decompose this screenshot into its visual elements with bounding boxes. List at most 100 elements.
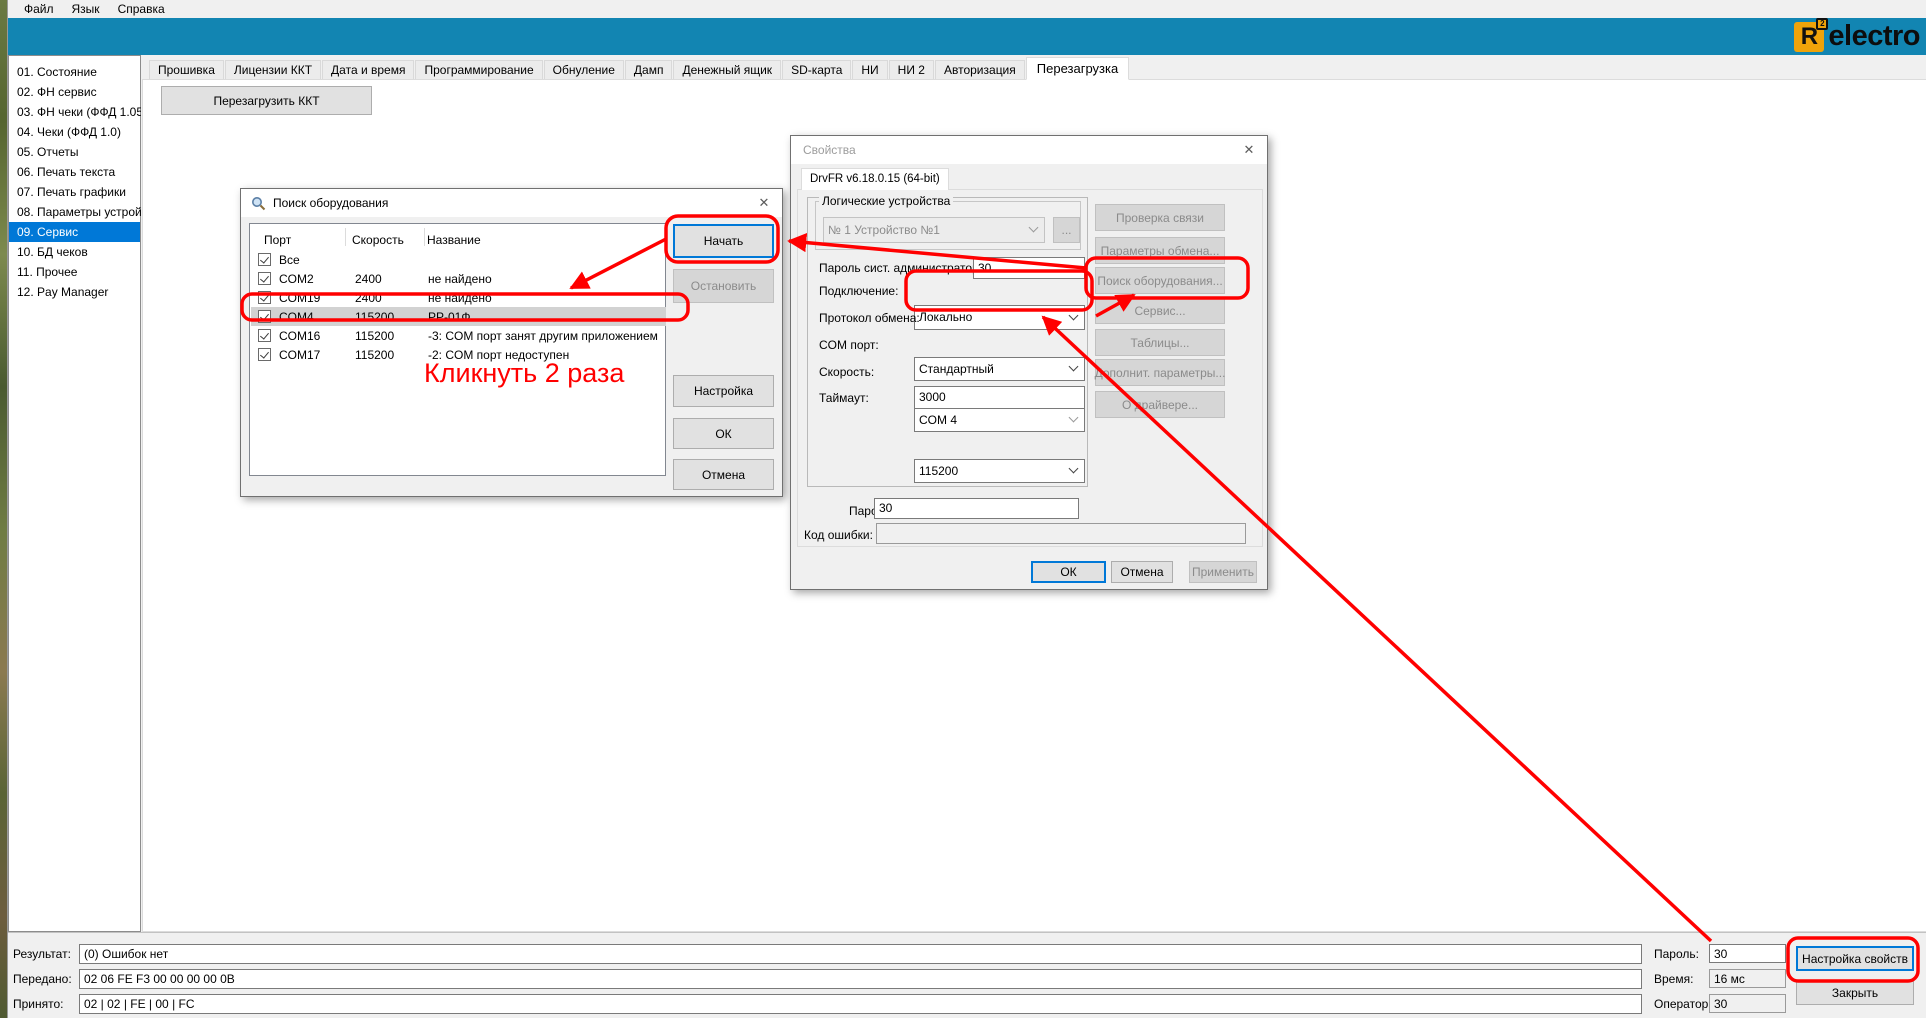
search-equipment-button: Поиск оборудования... [1095, 267, 1225, 294]
ok-button[interactable]: ОК [673, 418, 774, 449]
chevron-down-icon [1069, 413, 1079, 423]
menu-item-file[interactable]: Файл [15, 1, 63, 17]
service-button: Сервис... [1095, 297, 1225, 324]
name-cell: -3: COM порт занят другим приложением [428, 329, 658, 343]
sent-output[interactable]: 02 06 FE F3 00 00 00 00 0B [79, 969, 1642, 989]
tab-licenses[interactable]: Лицензии ККТ [225, 60, 321, 79]
tab-datetime[interactable]: Дата и время [322, 60, 414, 79]
list-item-com16[interactable]: COM16 115200 -3: COM порт занят другим п… [251, 326, 666, 345]
props-cancel-button[interactable]: Отмена [1111, 561, 1173, 583]
list-item-all[interactable]: Все [251, 250, 666, 269]
port-cell: COM16 [279, 329, 320, 343]
connection-label: Подключение: [819, 284, 898, 298]
close-icon[interactable]: ✕ [1239, 141, 1259, 159]
sidebar-item-print-graphics[interactable]: 07. Печать графики [9, 182, 140, 202]
properties-dialog-titlebar: Свойства ✕ [791, 136, 1267, 164]
sidebar-item-fn-service[interactable]: 02. ФН сервис [9, 82, 140, 102]
speed-cell: 115200 [355, 310, 394, 324]
list-item-com4-selected[interactable]: COM4 115200 РР-01Ф [251, 307, 666, 326]
list-item-com17[interactable]: COM17 115200 -2: COM порт недоступен [251, 345, 666, 364]
settings-button[interactable]: Настройка [673, 375, 774, 407]
logo-r-icon: R 2 [1794, 22, 1824, 52]
search-icon [251, 196, 266, 211]
connection-combo[interactable]: Локально [914, 305, 1085, 330]
sidebar-item-check-db[interactable]: 10. БД чеков [9, 242, 140, 262]
password-field[interactable]: 30 [1709, 944, 1786, 963]
exchange-params-button: Параметры обмена... [1095, 237, 1225, 264]
column-header-name[interactable]: Название [427, 233, 481, 247]
chevron-down-icon [1029, 223, 1039, 233]
brand-banner: R 2 electro [8, 18, 1926, 55]
protocol-combo[interactable]: Стандартный [914, 357, 1085, 381]
list-item-com19[interactable]: COM19 2400 не найдено [251, 288, 666, 307]
received-output[interactable]: 02 | 02 | FE | 00 | FC [79, 994, 1642, 1014]
properties-dialog: Свойства ✕ DrvFR v6.18.0.15 (64-bit) Лог… [790, 135, 1268, 590]
sidebar-item-status[interactable]: 01. Состояние [9, 62, 140, 82]
sidebar-item-reports[interactable]: 05. Отчеты [9, 142, 140, 162]
ports-list[interactable]: Порт Скорость Название Все COM2 2400 не … [249, 223, 666, 476]
list-item-com2[interactable]: COM2 2400 не найдено [251, 269, 666, 288]
tab-reset[interactable]: Обнуление [544, 60, 624, 79]
props-ok-button[interactable]: ОК [1031, 561, 1106, 583]
received-label: Принято: [13, 997, 64, 1011]
tab-sd-card[interactable]: SD-карта [782, 60, 851, 79]
tab-dump[interactable]: Дамп [625, 60, 673, 79]
close-app-button[interactable]: Закрыть [1796, 981, 1914, 1005]
tab-reboot[interactable]: Перезагрузка [1026, 57, 1129, 80]
sidebar-item-device-params[interactable]: 08. Параметры устройства [9, 202, 140, 222]
sidebar-item-other[interactable]: 11. Прочее [9, 262, 140, 282]
column-header-speed[interactable]: Скорость [352, 233, 404, 247]
sidebar-item-print-text[interactable]: 06. Печать текста [9, 162, 140, 182]
device-combo: № 1 Устройство №1 [823, 217, 1045, 243]
tab-ni[interactable]: НИ [852, 60, 887, 79]
sidebar-item-pay-manager[interactable]: 12. Pay Manager [9, 282, 140, 302]
checkbox-checked-icon[interactable] [258, 329, 271, 342]
tab-programming[interactable]: Программирование [415, 60, 542, 79]
port-cell: COM19 [279, 291, 320, 305]
tab-firmware[interactable]: Прошивка [149, 60, 224, 79]
password-label: Пароль: [1654, 947, 1699, 961]
close-icon[interactable]: ✕ [754, 194, 774, 212]
protocol-combo-value: Стандартный [919, 362, 994, 376]
chevron-down-icon [1069, 362, 1079, 372]
tab-cash-drawer[interactable]: Денежный ящик [673, 60, 781, 79]
speed-label: Скорость: [819, 365, 874, 379]
column-header-port[interactable]: Порт [264, 233, 291, 247]
check-connection-button: Проверка связи [1095, 204, 1225, 231]
properties-setup-button[interactable]: Настройка свойств [1796, 946, 1914, 971]
start-search-button[interactable]: Начать [673, 224, 774, 258]
tables-button: Таблицы... [1095, 329, 1225, 356]
menu-item-help[interactable]: Справка [109, 1, 174, 17]
sidebar-item-service[interactable]: 09. Сервис [9, 222, 140, 242]
admin-password-input[interactable]: 30 [973, 257, 1085, 279]
speed-combo[interactable]: 115200 [914, 459, 1085, 483]
name-cell: РР-01Ф [428, 310, 470, 324]
operator-label: Оператор: [1654, 997, 1712, 1011]
tab-ni2[interactable]: НИ 2 [889, 60, 934, 79]
checkbox-checked-icon[interactable] [258, 348, 271, 361]
search-equipment-dialog: Поиск оборудования ✕ Порт Скорость Назва… [240, 188, 783, 497]
driver-version-tab[interactable]: DrvFR v6.18.0.15 (64-bit) [801, 168, 949, 190]
checkbox-checked-icon[interactable] [258, 272, 271, 285]
search-dialog-title: Поиск оборудования [273, 196, 388, 210]
tab-authorization[interactable]: Авторизация [935, 60, 1025, 79]
connection-combo-value: Локально [919, 310, 972, 324]
sidebar-item-fn-checks[interactable]: 03. ФН чеки (ФФД 1.05-1.2) [9, 102, 140, 122]
checkbox-checked-icon[interactable] [258, 310, 271, 323]
sidebar-item-checks[interactable]: 04. Чеки (ФФД 1.0) [9, 122, 140, 142]
menu-bar: Файл Язык Справка [8, 0, 1926, 18]
comport-combo[interactable]: COM 4 [914, 408, 1085, 432]
timeout-input[interactable]: 3000 [914, 386, 1085, 409]
reboot-kkt-button[interactable]: Перезагрузить ККТ [161, 86, 372, 115]
port-cell: COM4 [279, 310, 314, 324]
stop-search-button: Остановить [673, 269, 774, 303]
menu-item-language[interactable]: Язык [63, 1, 109, 17]
result-output[interactable]: (0) Ошибок нет [79, 944, 1642, 964]
checkbox-checked-icon[interactable] [258, 291, 271, 304]
status-panel: Результат: (0) Ошибок нет Передано: 02 0… [8, 932, 1926, 1018]
cancel-button[interactable]: Отмена [673, 459, 774, 490]
dialog-password-input[interactable]: 30 [874, 498, 1079, 519]
device-more-button: ... [1053, 217, 1080, 243]
checkbox-checked-icon[interactable] [258, 253, 271, 266]
comport-combo-value: COM 4 [919, 413, 957, 427]
